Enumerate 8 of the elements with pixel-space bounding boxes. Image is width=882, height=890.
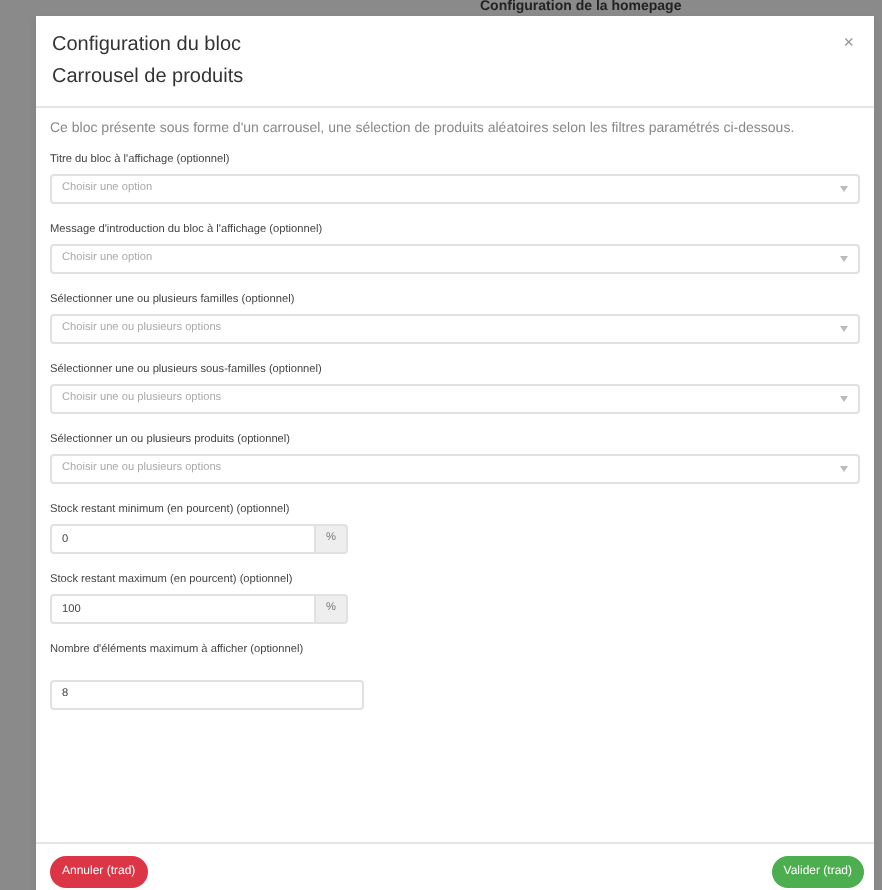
modal-title: Carrousel de produits [52, 64, 244, 92]
modal-title: Configuration du bloc [52, 32, 244, 60]
caret-icon [840, 326, 848, 332]
close-button[interactable]: × [835, 30, 862, 56]
caret-icon [840, 396, 848, 402]
caret-icon [840, 256, 848, 262]
caret-icon [840, 466, 848, 472]
caret-icon [840, 186, 848, 192]
